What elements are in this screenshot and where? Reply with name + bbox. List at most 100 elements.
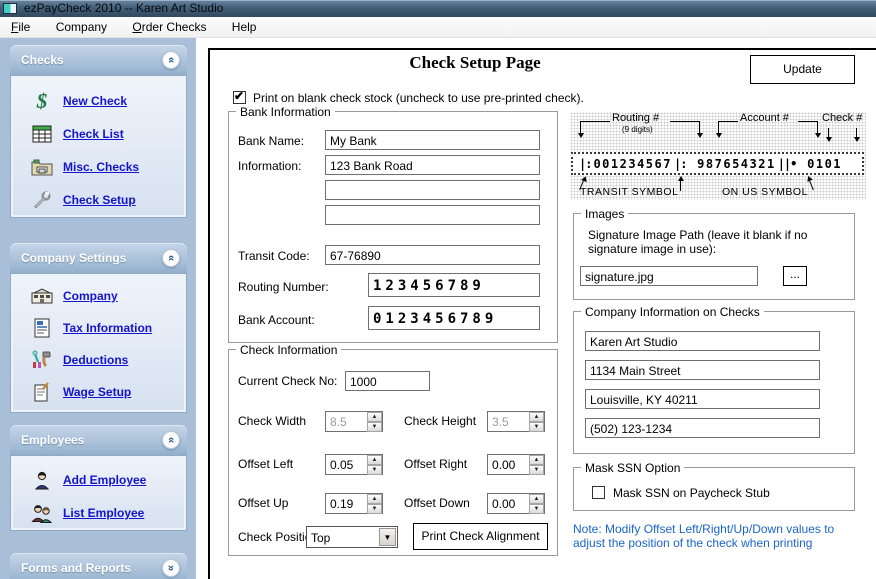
sidebar: Checks « $ New Check Check List Misc. Ch… — [0, 38, 196, 579]
building-icon — [29, 285, 55, 307]
menu-order-checks[interactable]: Order Checks — [121, 17, 217, 38]
offset-up-spinner[interactable]: 0.19 ▲▼ — [325, 493, 383, 514]
sidebar-section-forms-reports-header[interactable]: Forms and Reports « — [10, 553, 187, 579]
spinner-up-icon[interactable]: ▲ — [529, 455, 544, 465]
sidebar-item-misc-checks[interactable]: Misc. Checks — [11, 155, 186, 179]
bracket-line — [580, 121, 610, 136]
offset-right-value: 0.00 — [492, 458, 515, 472]
section-title: Forms and Reports — [21, 561, 131, 575]
offset-up-label: Offset Up — [238, 496, 288, 510]
collapse-chevron-icon[interactable]: « — [162, 431, 180, 449]
menu-bar: File Company Order Checks Help — [0, 17, 876, 38]
spinner-up-icon[interactable]: ▲ — [367, 494, 382, 504]
sidebar-section-company-settings-header[interactable]: Company Settings « — [10, 243, 187, 273]
transit-code-input[interactable]: 67-76890 — [325, 245, 540, 265]
offset-down-spinner[interactable]: 0.00 ▲▼ — [487, 493, 545, 514]
bracket-line — [798, 121, 818, 136]
sidebar-item-wage-setup[interactable]: Wage Setup — [11, 380, 186, 404]
spinner-buttons: ▲▼ — [367, 412, 382, 431]
check-sample-diagram: Routing # (9 digits) Account # Check # |… — [570, 112, 866, 200]
account-annotation-label: Account # — [740, 112, 789, 124]
spinner-down-icon[interactable]: ▼ — [367, 504, 382, 514]
bank-information-input-1[interactable]: 123 Bank Road — [325, 155, 540, 175]
sidebar-item-new-check[interactable]: $ New Check — [11, 89, 186, 113]
sidebar-section-employees-body: Add Employee List Employee — [10, 455, 187, 531]
sidebar-section-checks-header[interactable]: Checks « — [10, 45, 187, 75]
spinner-buttons: ▲▼ — [367, 494, 382, 513]
company-street-input[interactable]: 1134 Main Street — [585, 360, 820, 380]
sidebar-item-add-employee[interactable]: Add Employee — [11, 468, 186, 492]
window-title: ezPayCheck 2010 -- Karen Art Studio — [24, 1, 223, 15]
check-height-value: 3.5 — [492, 415, 509, 429]
mask-ssn-label: Mask SSN on Paycheck Stub — [613, 486, 770, 500]
title-bar: ezPayCheck 2010 -- Karen Art Studio — [0, 0, 876, 17]
spinner-down-icon[interactable]: ▼ — [529, 504, 544, 514]
mask-ssn-checkbox[interactable] — [592, 486, 605, 499]
expand-chevron-icon[interactable]: « — [162, 559, 180, 577]
spinner-buttons: ▲▼ — [529, 412, 544, 431]
blank-stock-checkbox[interactable]: ✔ — [233, 91, 246, 104]
menu-help[interactable]: Help — [221, 17, 268, 38]
bank-information-input-2[interactable] — [325, 180, 540, 200]
bank-information-input-3[interactable] — [325, 205, 540, 225]
spinner-down-icon[interactable]: ▼ — [367, 422, 382, 432]
routing-annotation-label: Routing # — [612, 112, 659, 124]
tax-document-icon — [29, 317, 55, 339]
offset-down-label: Offset Down — [404, 496, 470, 510]
people-icon — [29, 502, 55, 524]
dollar-icon: $ — [29, 90, 55, 112]
company-city-input[interactable]: Louisville, KY 40211 — [585, 389, 820, 409]
sidebar-item-company[interactable]: Company — [11, 284, 186, 308]
signature-path-input[interactable]: signature.jpg — [580, 266, 758, 286]
menu-company[interactable]: Company — [45, 17, 118, 38]
offset-right-label: Offset Right — [404, 457, 467, 471]
browse-button[interactable]: ... — [783, 266, 807, 286]
bank-name-input[interactable]: My Bank — [325, 130, 540, 150]
update-button[interactable]: Update — [750, 55, 855, 84]
check-width-spinner: 8.5 ▲▼ — [325, 411, 383, 432]
spinner-up-icon[interactable]: ▲ — [367, 455, 382, 465]
check-position-select[interactable]: Top ▼ — [306, 526, 398, 548]
offset-right-spinner[interactable]: 0.00 ▲▼ — [487, 454, 545, 475]
spinner-down-icon[interactable]: ▼ — [529, 422, 544, 432]
company-information-legend: Company Information on Checks — [581, 305, 764, 319]
spinner-up-icon[interactable]: ▲ — [529, 494, 544, 504]
sidebar-section-employees-header[interactable]: Employees « — [10, 425, 187, 455]
bracket-line — [670, 121, 700, 136]
spinner-down-icon[interactable]: ▼ — [367, 465, 382, 475]
arrow-line — [680, 178, 681, 191]
spinner-buttons: ▲▼ — [367, 455, 382, 474]
sidebar-item-list-employee[interactable]: List Employee — [11, 501, 186, 525]
offset-down-value: 0.00 — [492, 497, 515, 511]
sidebar-item-check-list[interactable]: Check List — [11, 122, 186, 146]
offset-note: Note: Modify Offset Left/Right/Up/Down v… — [573, 522, 869, 550]
bank-account-input[interactable]: 0123456789 — [368, 306, 540, 330]
current-check-no-input[interactable]: 1000 — [345, 371, 430, 391]
spinner-down-icon[interactable]: ▼ — [529, 465, 544, 475]
collapse-chevron-icon[interactable]: « — [162, 51, 180, 69]
check-width-label: Check Width — [238, 414, 306, 428]
sidebar-item-check-setup[interactable]: Check Setup — [11, 188, 186, 212]
collapse-chevron-icon[interactable]: « — [162, 249, 180, 267]
menu-file[interactable]: File — [0, 17, 41, 38]
print-check-alignment-button[interactable]: Print Check Alignment — [413, 523, 548, 550]
routing-number-input[interactable]: 123456789 — [368, 273, 540, 297]
offset-left-spinner[interactable]: 0.05 ▲▼ — [325, 454, 383, 475]
check-height-label: Check Height — [404, 414, 476, 428]
company-name-input[interactable]: Karen Art Studio — [585, 331, 820, 351]
check-annotation-label: Check # — [822, 112, 862, 124]
arrow-line — [828, 128, 829, 140]
sidebar-item-deductions[interactable]: Deductions — [11, 348, 186, 372]
on-us-symbol-caption: ON US SYMBOL — [722, 186, 808, 198]
sidebar-section-checks-body: $ New Check Check List Misc. Checks Che — [10, 75, 187, 218]
offset-left-label: Offset Left — [238, 457, 293, 471]
dropdown-arrow-icon[interactable]: ▼ — [379, 528, 396, 546]
spinner-up-icon[interactable]: ▲ — [367, 412, 382, 422]
arrow-line — [856, 128, 857, 140]
blank-stock-label: Print on blank check stock (uncheck to u… — [253, 91, 584, 105]
sidebar-item-tax-information[interactable]: Tax Information — [11, 316, 186, 340]
spinner-up-icon[interactable]: ▲ — [529, 412, 544, 422]
offset-up-value: 0.19 — [330, 497, 353, 511]
company-phone-input[interactable]: (502) 123-1234 — [585, 418, 820, 438]
section-title: Employees — [21, 433, 84, 447]
